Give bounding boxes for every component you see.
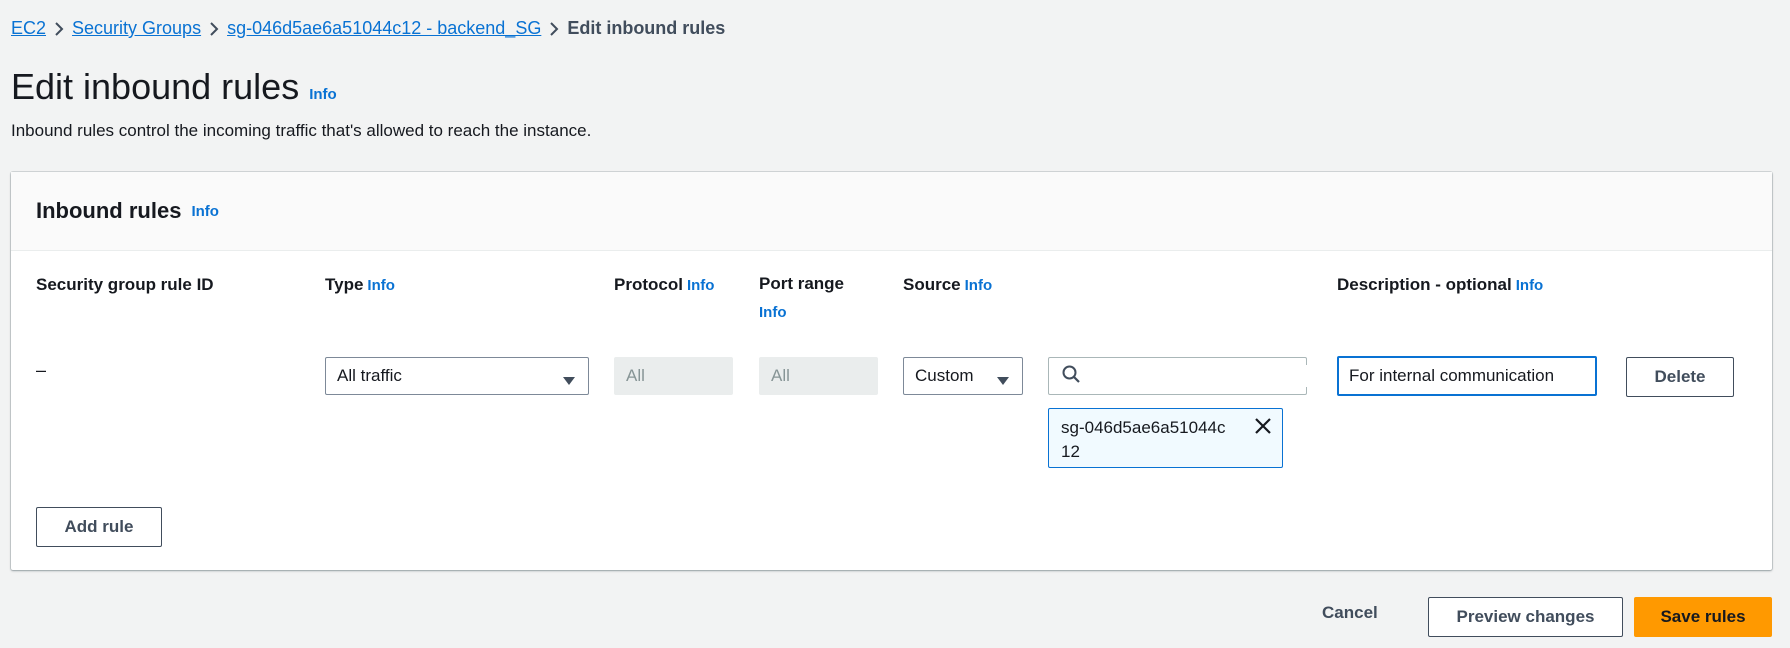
column-header-type: Type Info (325, 275, 395, 295)
rule-id-value: – (36, 360, 47, 380)
column-header-label: Security group rule ID (36, 275, 214, 294)
source-token-label: sg-046d5ae6a51044c12 (1061, 418, 1226, 461)
page-info-link[interactable]: Info (309, 86, 337, 103)
description-info-link[interactable]: Info (1516, 277, 1544, 294)
source-search-input[interactable] (1088, 365, 1313, 387)
column-header-protocol: Protocol Info (614, 275, 714, 295)
breadcrumb-current: Edit inbound rules (567, 18, 726, 38)
page-title-text: Edit inbound rules (11, 66, 300, 107)
breadcrumb: EC2 Security Groups sg-046d5ae6a51044c12… (11, 18, 725, 39)
port-range-info-link[interactable]: Info (759, 304, 787, 321)
column-header-rule-id: Security group rule ID (36, 275, 214, 295)
source-info-link[interactable]: Info (965, 277, 993, 294)
type-select-value: All traffic (337, 366, 402, 385)
column-header-label: Protocol (614, 275, 683, 294)
breadcrumb-security-groups[interactable]: Security Groups (72, 18, 201, 39)
chevron-right-icon (46, 18, 72, 39)
caret-down-icon (996, 371, 1010, 391)
add-rule-button[interactable]: Add rule (36, 507, 162, 547)
breadcrumb-ec2[interactable]: EC2 (11, 18, 46, 39)
card-title: Inbound rules (36, 198, 182, 223)
close-icon[interactable] (1254, 417, 1272, 442)
chevron-right-icon (541, 18, 567, 39)
column-header-description: Description - optional Info (1337, 275, 1543, 295)
source-type-value: Custom (915, 366, 974, 385)
port-range-field: All (759, 357, 878, 395)
page-description: Inbound rules control the incoming traff… (11, 121, 592, 140)
type-info-link[interactable]: Info (367, 277, 395, 294)
column-header-label: Source (903, 275, 961, 294)
description-input[interactable] (1337, 356, 1597, 396)
card-header: Inbound rules Info (11, 172, 1772, 251)
inbound-rules-card: Inbound rules Info Security group rule I… (11, 172, 1772, 570)
delete-rule-button[interactable]: Delete (1626, 357, 1734, 397)
save-rules-button[interactable]: Save rules (1634, 597, 1772, 637)
column-header-port-range: Port range Info (759, 270, 869, 327)
card-info-link[interactable]: Info (191, 203, 219, 220)
chevron-right-icon (201, 18, 227, 39)
caret-down-icon (562, 371, 576, 391)
column-header-label: Type (325, 275, 364, 294)
column-header-source: Source Info (903, 275, 992, 295)
breadcrumb-security-group[interactable]: sg-046d5ae6a51044c12 - backend_SG (227, 18, 541, 39)
protocol-field: All (614, 357, 733, 395)
protocol-info-link[interactable]: Info (687, 277, 715, 294)
page-title: Edit inbound rules Info (11, 66, 337, 108)
type-select[interactable]: All traffic (325, 357, 589, 395)
preview-changes-button[interactable]: Preview changes (1428, 597, 1623, 637)
cancel-button[interactable]: Cancel (1322, 603, 1378, 623)
column-header-label: Port range (759, 274, 845, 293)
search-icon (1062, 365, 1080, 388)
source-token: sg-046d5ae6a51044c12 (1048, 408, 1283, 468)
source-type-select[interactable]: Custom (903, 357, 1023, 395)
column-header-label: Description - optional (1337, 275, 1512, 294)
source-search-box[interactable] (1048, 357, 1313, 395)
